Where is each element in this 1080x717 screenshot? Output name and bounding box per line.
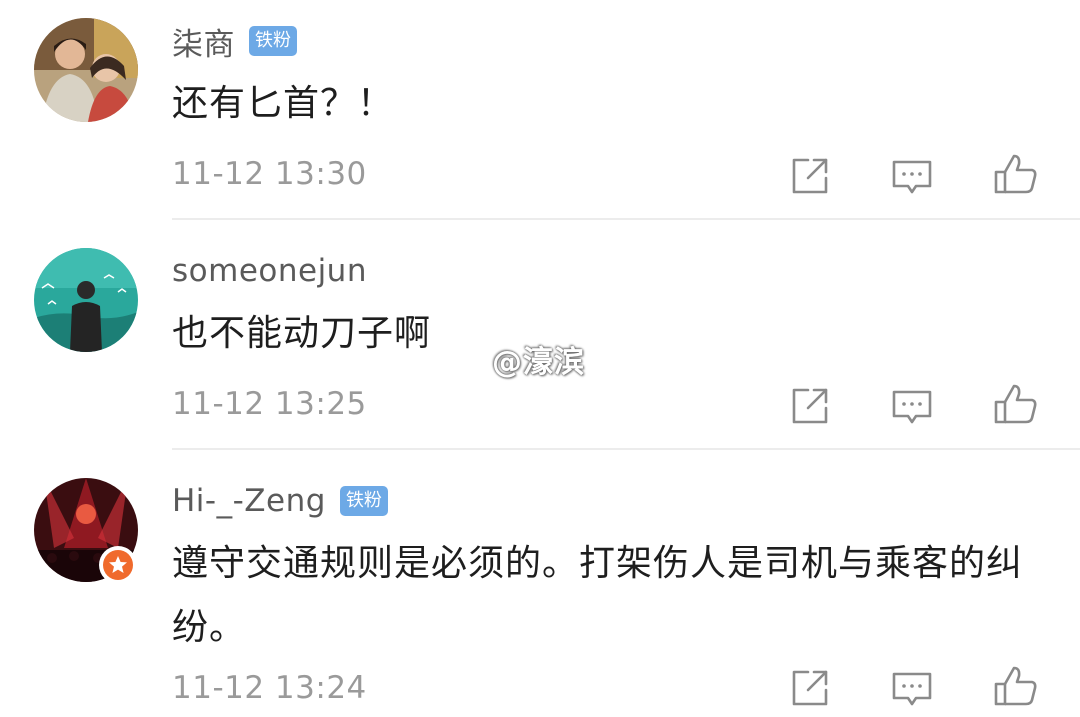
divider — [172, 448, 1080, 450]
comment-list: 柒商 铁粉 还有匕首？！ 11-12 13:30 someonejun 也不能动… — [0, 0, 1080, 717]
comment-header: someonejun — [172, 250, 367, 292]
share-icon[interactable] — [786, 382, 834, 430]
timestamp: 11-12 13:30 — [172, 156, 367, 192]
watermark: @濠滨 — [492, 345, 585, 380]
avatar[interactable] — [34, 248, 138, 352]
username[interactable]: someonejun — [172, 253, 367, 289]
comment-header: 柒商 铁粉 — [172, 19, 297, 64]
comment-icon[interactable] — [888, 382, 936, 430]
thumbs-up-icon[interactable] — [992, 662, 1040, 710]
comment-text: 也不能动刀子啊 — [172, 313, 432, 354]
timestamp: 11-12 13:24 — [172, 670, 367, 706]
comment-text: 遵守交通规则是必须的。打架伤人是司机与乘客的纠纷。 — [172, 543, 1024, 648]
comment-header: Hi-_-Zeng 铁粉 — [172, 480, 388, 522]
comment-icon[interactable] — [888, 664, 936, 712]
verified-badge-icon — [99, 546, 137, 584]
comment-icon[interactable] — [888, 152, 936, 200]
username[interactable]: Hi-_-Zeng — [172, 483, 326, 519]
fan-badge: 铁粉 — [339, 486, 388, 516]
thumbs-up-icon[interactable] — [992, 150, 1040, 198]
comment-text: 还有匕首？！ — [172, 83, 395, 124]
share-icon[interactable] — [786, 152, 834, 200]
fan-badge: 铁粉 — [249, 26, 297, 56]
avatar[interactable] — [34, 18, 138, 122]
share-icon[interactable] — [786, 664, 834, 712]
thumbs-up-icon[interactable] — [992, 380, 1040, 428]
divider — [172, 218, 1080, 220]
timestamp: 11-12 13:25 — [172, 386, 367, 422]
username[interactable]: 柒商 — [172, 19, 235, 64]
